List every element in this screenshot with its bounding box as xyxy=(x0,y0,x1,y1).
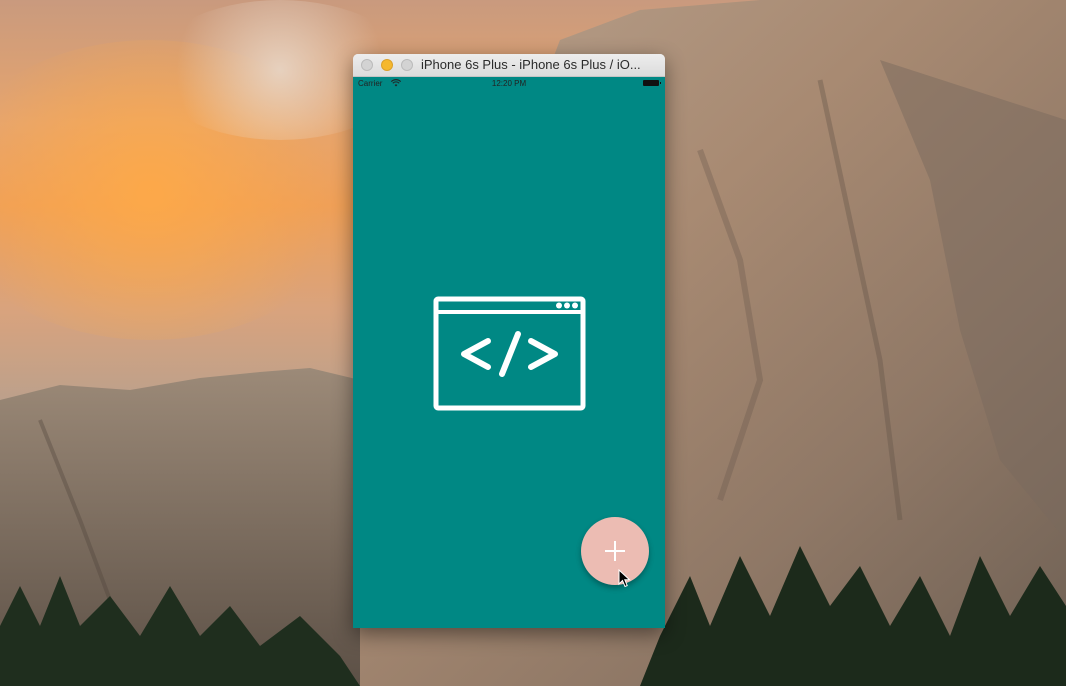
status-time: 12:20 PM xyxy=(491,79,527,88)
battery-icon xyxy=(643,80,661,86)
zoom-button[interactable] xyxy=(401,59,413,71)
window-titlebar[interactable]: iPhone 6s Plus - iPhone 6s Plus / iO... xyxy=(353,54,665,77)
add-fab-button[interactable] xyxy=(581,517,649,585)
code-window-icon xyxy=(433,296,586,411)
minimize-button[interactable] xyxy=(381,59,393,71)
close-button[interactable] xyxy=(361,59,373,71)
window-title: iPhone 6s Plus - iPhone 6s Plus / iO... xyxy=(421,57,641,72)
mouse-cursor-icon xyxy=(618,569,631,588)
plus-icon xyxy=(605,541,625,561)
simulator-window: iPhone 6s Plus - iPhone 6s Plus / iO... … xyxy=(353,54,665,628)
phone-screen: Carrier 12:20 PM xyxy=(353,77,665,628)
status-bar: Carrier 12:20 PM xyxy=(353,77,665,90)
